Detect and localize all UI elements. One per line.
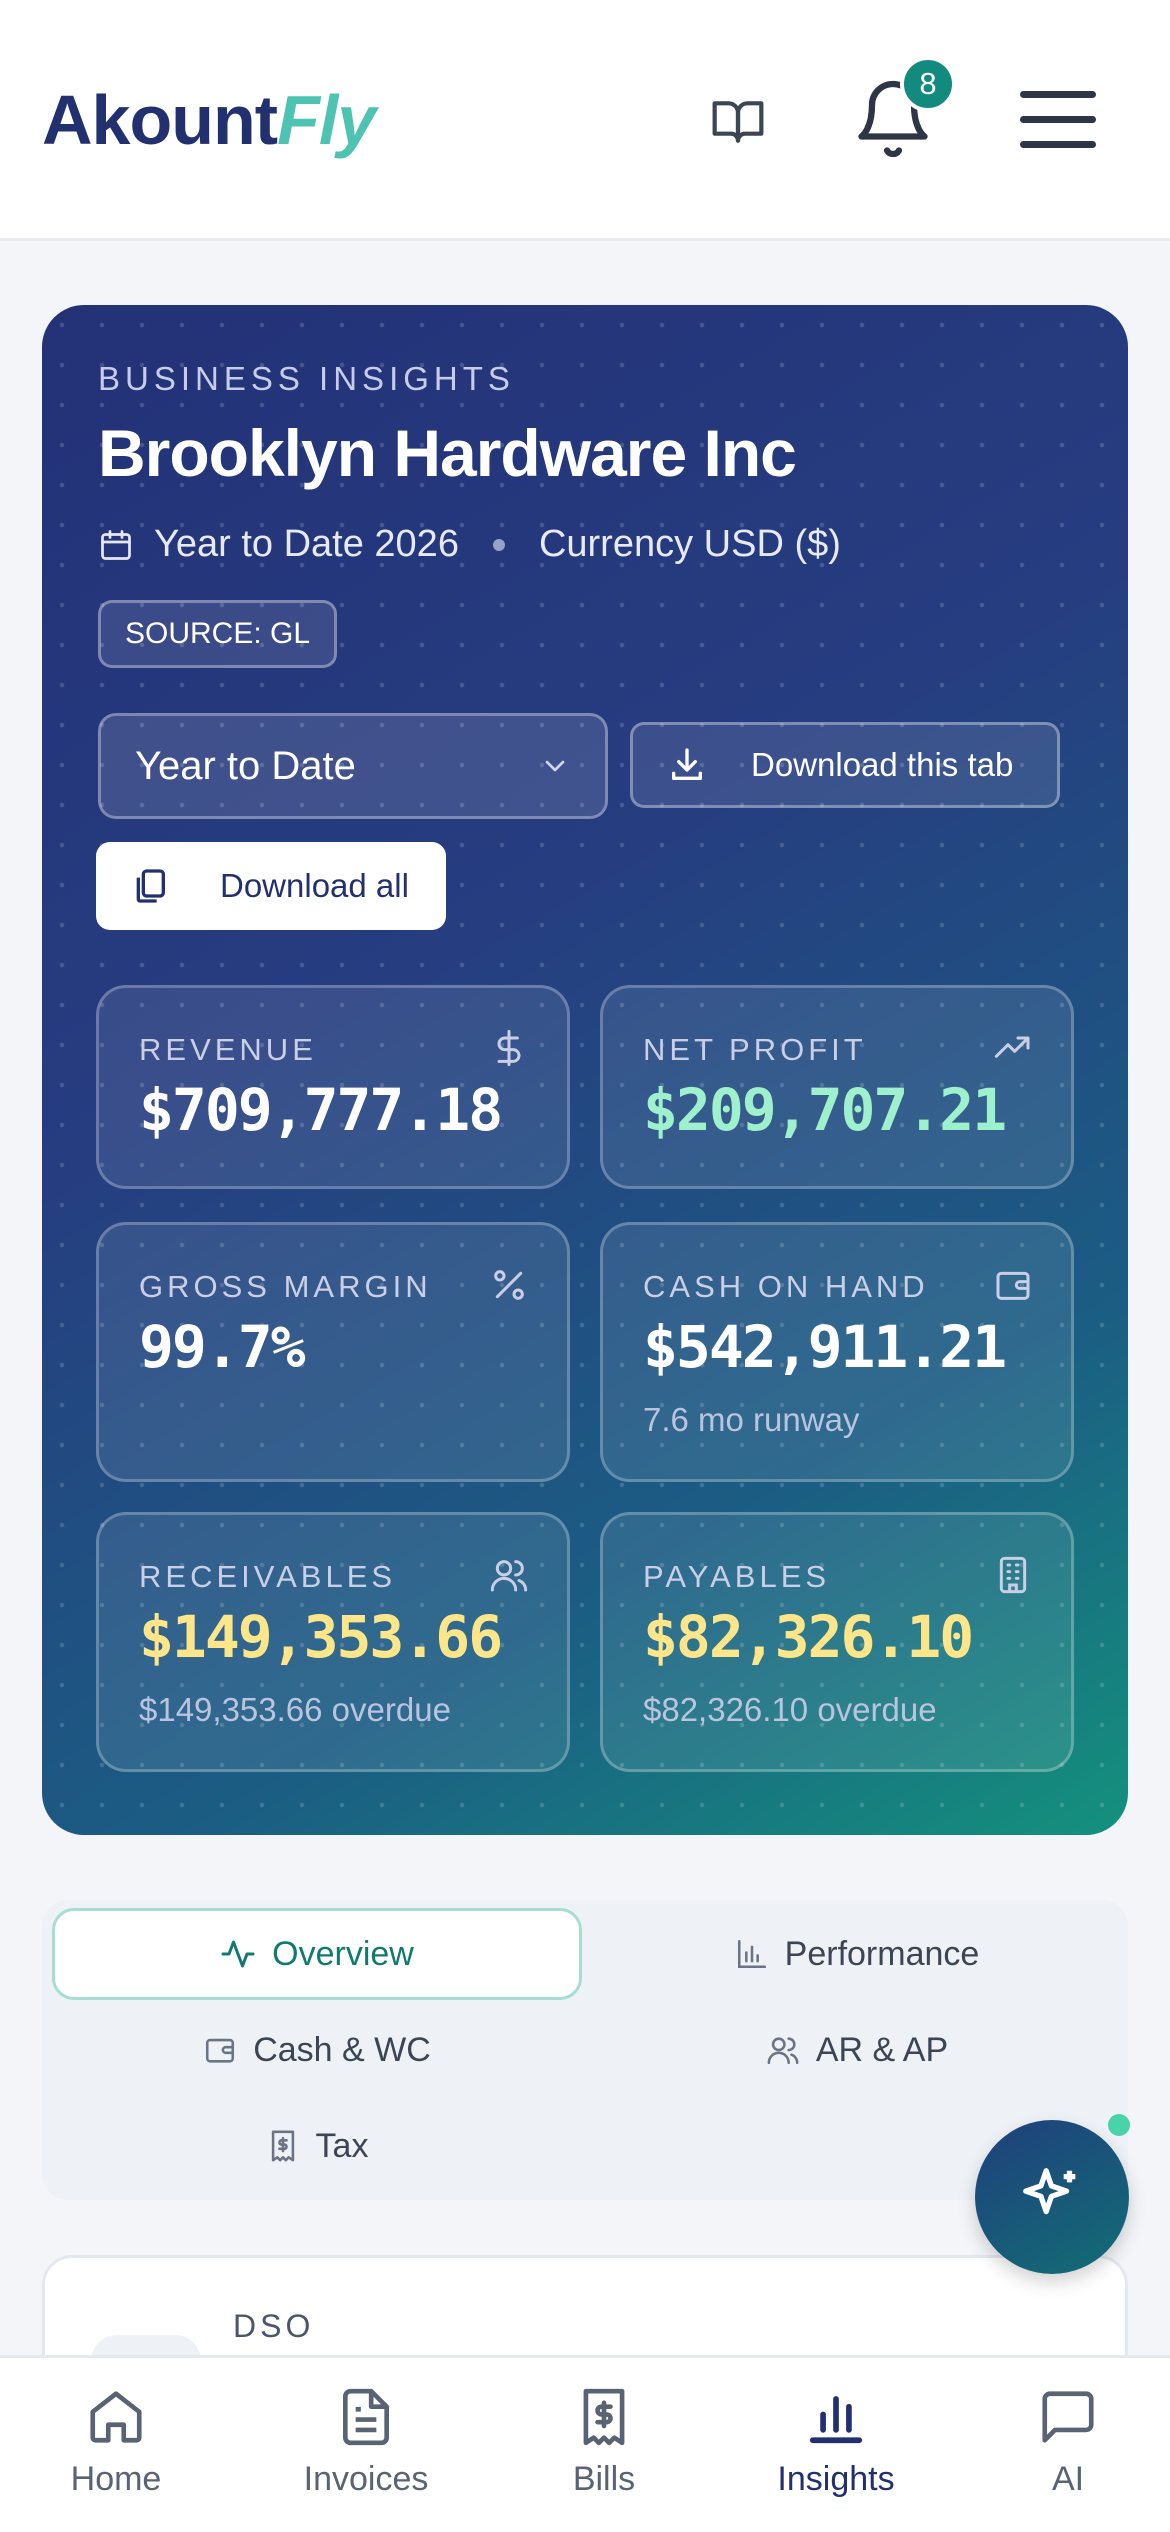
gross-margin-value: 99.7% xyxy=(139,1313,306,1381)
nav-home-label: Home xyxy=(70,2460,162,2498)
dso-label: DSO xyxy=(233,2308,315,2344)
net-profit-value: $209,707.21 xyxy=(643,1076,1007,1144)
sparkles-icon xyxy=(1023,2168,1076,2215)
book-open-icon xyxy=(712,101,764,143)
meta-separator-dot xyxy=(492,538,505,551)
logo-text-fly: Fly xyxy=(277,81,376,159)
notification-count-badge: 8 xyxy=(900,56,956,112)
percent-icon xyxy=(494,1270,524,1300)
copy-files-icon xyxy=(136,869,165,903)
logo-wordmark: AkountFly xyxy=(42,85,376,155)
logo-text-akount: Akount xyxy=(42,81,278,159)
tab-overview-label: Overview xyxy=(272,1934,414,1973)
ai-status-dot xyxy=(1108,2114,1130,2136)
wallet-icon xyxy=(996,1271,1030,1300)
home-icon xyxy=(90,2391,142,2443)
tab-performance-label: Performance xyxy=(784,1934,980,1973)
period-select-value: Year to Date xyxy=(135,743,356,788)
trending-up-icon xyxy=(994,1036,1030,1058)
chat-bubble-icon xyxy=(1042,2391,1094,2443)
nav-invoices[interactable]: Invoices xyxy=(266,2386,466,2499)
users-icon xyxy=(767,2037,799,2065)
calendar-icon xyxy=(101,529,131,560)
hero-meta: Year to Date 2026 Currency USD ($) xyxy=(98,523,841,566)
building-icon xyxy=(999,1556,1027,1594)
cash-value: $542,911.21 xyxy=(643,1313,1007,1381)
tab-tax[interactable]: Tax xyxy=(52,2100,582,2192)
nav-insights-label: Insights xyxy=(777,2460,895,2498)
revenue-card[interactable]: REVENUE $709,777.18 xyxy=(96,985,570,1189)
tab-overview[interactable]: Overview xyxy=(52,1908,582,2000)
receivables-value: $149,353.66 xyxy=(139,1603,503,1671)
download-icon xyxy=(672,748,702,780)
tab-tax-label: Tax xyxy=(315,2126,369,2165)
activity-icon xyxy=(221,1940,255,1968)
bar-chart-icon xyxy=(809,2396,863,2444)
cash-runway: 7.6 mo runway xyxy=(643,1401,860,1438)
payables-overdue: $82,326.10 overdue xyxy=(643,1691,937,1728)
net-profit-label: NET PROFIT xyxy=(643,1032,867,1067)
source-badge: SOURCE: GL xyxy=(98,600,338,668)
period-select[interactable]: Year to Date xyxy=(98,713,608,819)
receivables-card[interactable]: RECEIVABLES $149,353.66 $149,353.66 over… xyxy=(96,1512,570,1772)
revenue-label: REVENUE xyxy=(139,1032,317,1067)
bar-chart-icon xyxy=(737,1939,766,1969)
payables-label: PAYABLES xyxy=(643,1559,831,1594)
cash-label: CASH ON HAND xyxy=(643,1269,929,1304)
bottom-nav: Home Invoices Bills Insights AI xyxy=(0,2355,1170,2532)
insights-tabs: Overview Performance Cash & WC AR & AP T… xyxy=(42,1900,1128,2200)
receivables-overdue: $149,353.66 overdue xyxy=(139,1691,451,1728)
tab-ar-ap[interactable]: AR & AP xyxy=(602,2004,1112,2096)
hamburger-menu-icon xyxy=(1020,91,1096,148)
download-all-label: Download all xyxy=(220,867,409,904)
company-name: Brooklyn Hardware Inc xyxy=(98,416,797,490)
nav-ai[interactable]: AI xyxy=(968,2386,1168,2499)
nav-insights[interactable]: Insights xyxy=(736,2386,936,2499)
app-logo[interactable]: AkountFly xyxy=(42,80,376,160)
dollar-icon xyxy=(497,1029,521,1067)
payables-card[interactable]: PAYABLES $82,326.10 $82,326.10 overdue xyxy=(600,1512,1074,1772)
users-icon xyxy=(490,1560,528,1592)
download-tab-button[interactable]: Download this tab xyxy=(630,722,1060,808)
docs-button[interactable] xyxy=(706,90,770,154)
wallet-icon xyxy=(206,2038,235,2063)
nav-bills[interactable]: Bills xyxy=(504,2386,704,2499)
menu-button[interactable] xyxy=(1016,80,1100,160)
tab-performance[interactable]: Performance xyxy=(602,1908,1112,2000)
currency-text: Currency USD ($) xyxy=(538,523,841,565)
receipt-icon xyxy=(583,2388,625,2446)
receivables-label: RECEIVABLES xyxy=(139,1559,397,1594)
receipt-icon xyxy=(271,2130,294,2162)
nav-ai-label: AI xyxy=(1051,2460,1085,2498)
tab-cash-wc-label: Cash & WC xyxy=(253,2030,431,2069)
hero-eyebrow: BUSINESS INSIGHTS xyxy=(98,360,515,397)
download-tab-label: Download this tab xyxy=(751,746,1014,783)
download-all-button[interactable]: Download all xyxy=(96,842,446,930)
period-text: Year to Date 2026 xyxy=(154,523,459,565)
nav-bills-label: Bills xyxy=(572,2460,636,2498)
gross-margin-label: GROSS MARGIN xyxy=(139,1269,432,1304)
tab-ar-ap-label: AR & AP xyxy=(815,2030,949,2069)
app-header: AkountFly 8 xyxy=(0,0,1170,241)
payables-value: $82,326.10 xyxy=(643,1603,974,1671)
ai-assistant-button[interactable] xyxy=(975,2120,1129,2274)
tab-cash-wc[interactable]: Cash & WC xyxy=(52,2004,582,2096)
insights-hero-card: BUSINESS INSIGHTS Brooklyn Hardware Inc … xyxy=(42,305,1128,1835)
revenue-value: $709,777.18 xyxy=(139,1076,503,1144)
document-icon xyxy=(343,2388,389,2446)
net-profit-card[interactable]: NET PROFIT $209,707.21 xyxy=(600,985,1074,1189)
chevron-down-icon xyxy=(545,760,565,772)
gross-margin-card[interactable]: GROSS MARGIN 99.7% xyxy=(96,1222,570,1482)
nav-home[interactable]: Home xyxy=(16,2386,216,2499)
nav-invoices-label: Invoices xyxy=(303,2460,429,2498)
cash-on-hand-card[interactable]: CASH ON HAND $542,911.21 7.6 mo runway xyxy=(600,1222,1074,1482)
